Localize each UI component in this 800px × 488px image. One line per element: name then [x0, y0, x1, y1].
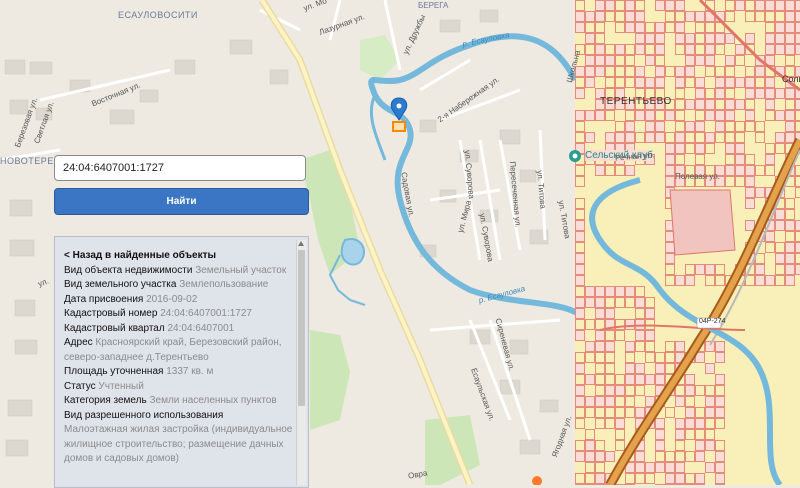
selected-parcel: [393, 122, 405, 131]
label-terentevo: ТЕРЕНТЬЕВО: [600, 96, 672, 107]
info-key: Дата присвоения: [64, 294, 143, 305]
info-value: Учтенный: [98, 381, 143, 392]
scroll-up-arrow-icon[interactable]: [298, 241, 304, 246]
info-value: Красноярский край, Березовский район, се…: [64, 337, 282, 363]
info-row: Вид объекта недвижимости Земельный участ…: [64, 264, 296, 279]
cadastre-overlay: [575, 0, 800, 485]
info-value: Земли населенных пунктов: [150, 395, 277, 406]
info-key: Адрес: [64, 337, 93, 348]
info-value: Земельный участок: [195, 265, 286, 276]
scrollbar-thumb[interactable]: [298, 250, 305, 406]
permitted-use-value: Малоэтажная жилая застройка (индивидуаль…: [64, 423, 296, 467]
lake: [342, 239, 364, 265]
info-value: 1337 кв. м: [166, 366, 213, 377]
info-key: Кадастровый номер: [64, 308, 157, 319]
label-polevaya: Полевая ул.: [675, 172, 720, 181]
info-row: Кадастровый квартал 24:04:6407001: [64, 322, 296, 337]
panel-scrollbar[interactable]: [296, 240, 306, 485]
object-info-content: < Назад в найденные объекты Вид объекта …: [64, 249, 296, 467]
info-key: Вид земельного участка: [64, 279, 176, 290]
info-row: Категория земель Земли населенных пункто…: [64, 394, 296, 409]
info-key: Вид разрешенного использования: [64, 410, 223, 421]
info-value: 24:04:6407001:1727: [160, 308, 252, 319]
info-row: Дата присвоения 2016-09-02: [64, 293, 296, 308]
info-key: Статус: [64, 381, 96, 392]
info-row: Вид земельного участка Землепользование: [64, 278, 296, 293]
cadastral-search-input[interactable]: [54, 155, 306, 181]
info-row: Статус Учтенный: [64, 380, 296, 395]
info-row: Кадастровый номер 24:04:6407001:1727: [64, 307, 296, 322]
info-row: Площадь уточненная 1337 кв. м: [64, 365, 296, 380]
info-row: Вид разрешенного использования: [64, 409, 296, 424]
label-sol: Соль: [782, 74, 800, 84]
label-road-badge: 04Р-274: [699, 318, 725, 325]
info-value: 2016-09-02: [146, 294, 197, 305]
object-info-panel: < Назад в найденные объекты Вид объекта …: [54, 236, 309, 488]
club-icon: [569, 150, 581, 162]
find-button[interactable]: Найти: [54, 188, 309, 215]
info-value: Землепользование: [179, 279, 268, 290]
info-key: Вид объекта недвижимости: [64, 265, 192, 276]
label-esaulovo: ЕСАУЛОВОСИТИ: [118, 10, 198, 20]
back-to-results-link[interactable]: < Назад в найденные объекты: [64, 249, 296, 264]
info-key: Категория земель: [64, 395, 147, 406]
info-value: 24:04:6407001: [167, 323, 234, 334]
info-key: Кадастровый квартал: [64, 323, 165, 334]
info-row: Адрес Красноярский край, Березовский рай…: [64, 336, 296, 365]
info-key: Площадь уточненная: [64, 366, 163, 377]
label-berega: БЕРЕГА: [418, 1, 448, 10]
